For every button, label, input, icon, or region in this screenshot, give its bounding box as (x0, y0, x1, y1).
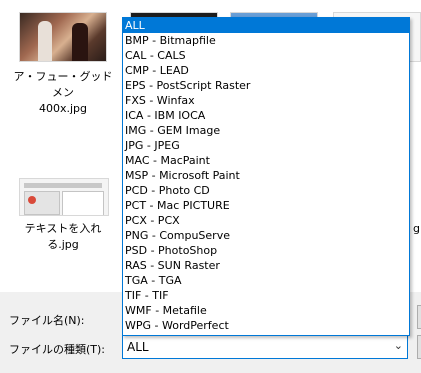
filetype-option[interactable]: TIF - TIF (123, 288, 409, 303)
filetype-option[interactable]: IMG - GEM Image (123, 123, 409, 138)
filetype-option[interactable]: FXS - Winfax (123, 93, 409, 108)
thumbnail-figure (38, 21, 52, 61)
filetype-option[interactable]: MSP - Microsoft Paint (123, 168, 409, 183)
filetype-option[interactable]: TGA - TGA (123, 273, 409, 288)
filename-field-edge[interactable] (417, 305, 421, 329)
filetype-option[interactable]: PCT - Mac PICTURE (123, 198, 409, 213)
thumbnail-figure (72, 23, 88, 61)
filetype-option[interactable]: PCX - PCX (123, 213, 409, 228)
filetype-dropdown-list[interactable]: ALL BMP - Bitmapfile CAL - CALS CMP - LE… (122, 17, 410, 336)
filetype-option[interactable]: EPS - PostScript Raster (123, 78, 409, 93)
filetype-label: ファイルの種類(T): (9, 343, 106, 356)
file-thumbnail[interactable] (19, 12, 107, 62)
filetype-option[interactable]: WMF - Metafile (123, 303, 409, 318)
filetype-option[interactable]: ICA - IBM IOCA (123, 108, 409, 123)
file-thumbnail[interactable] (19, 178, 109, 216)
filetype-option[interactable]: PSD - PhotoShop (123, 243, 409, 258)
filetype-option[interactable]: BMP - Bitmapfile (123, 33, 409, 48)
open-button-edge[interactable] (417, 335, 421, 359)
file-name-line: ア・フュー・グッドメン (13, 70, 113, 99)
thumbnail-dot (28, 196, 36, 204)
thumbnail-panel (62, 191, 104, 215)
file-name-label[interactable]: テキストを入れる.jpg (13, 221, 113, 253)
filetype-option[interactable]: PCD - Photo CD (123, 183, 409, 198)
filetype-option[interactable]: MAC - MacPaint (123, 153, 409, 168)
chevron-down-icon[interactable]: ⌄ (394, 339, 403, 352)
filetype-select[interactable]: ALL ⌄ (122, 335, 408, 359)
file-name-line: テキストを入れる.jpg (24, 222, 102, 251)
filetype-option[interactable]: CMP - LEAD (123, 63, 409, 78)
filetype-option[interactable]: CAL - CALS (123, 48, 409, 63)
filetype-option[interactable]: WPG - WordPerfect (123, 318, 409, 333)
file-name-line: 400x.jpg (38, 102, 88, 115)
thumbnail-toolbar (24, 183, 102, 188)
filetype-option[interactable]: PNG - CompuServe (123, 228, 409, 243)
filetype-option[interactable]: RAS - SUN Raster (123, 258, 409, 273)
filetype-option[interactable]: JPG - JPEG (123, 138, 409, 153)
filetype-selected-value: ALL (127, 340, 149, 354)
filetype-option[interactable]: ALL (123, 18, 409, 33)
filename-label: ファイル名(N): (9, 314, 85, 327)
file-name-label[interactable]: ア・フュー・グッドメン 400x.jpg (13, 69, 113, 117)
